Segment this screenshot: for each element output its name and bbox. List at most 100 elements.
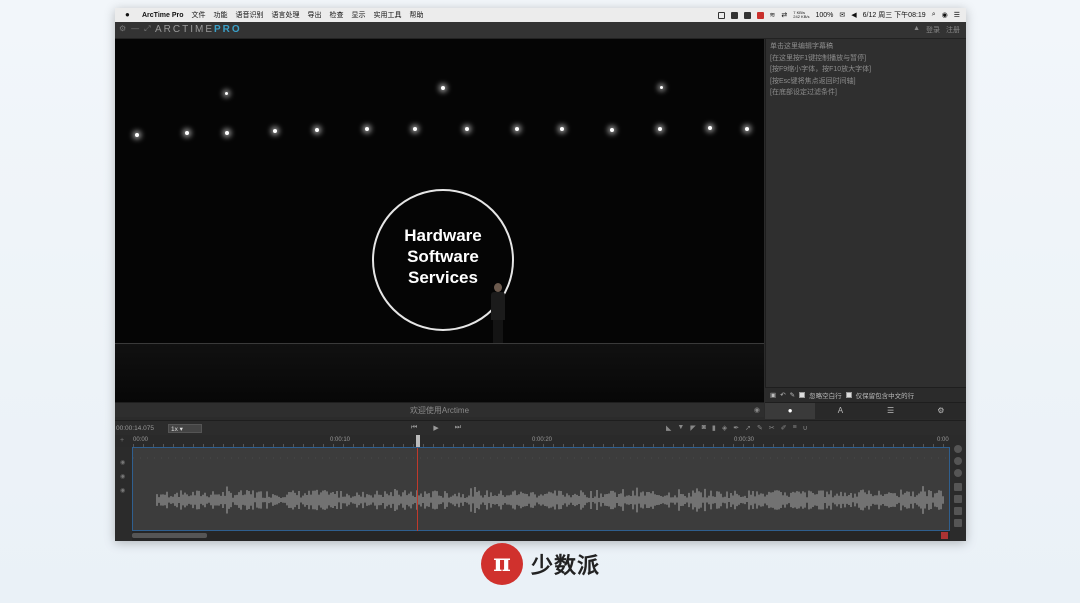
edit-tool-icon[interactable]: ✎: [757, 424, 763, 432]
register-link[interactable]: 注册: [946, 25, 960, 35]
script-toolbar: ▣ ↶ ✎ 忽略空白行 仅保留包含中文的行: [765, 387, 966, 402]
caption-text: 欢迎使用Arctime: [409, 406, 470, 415]
keep-chinese-checkbox[interactable]: [845, 392, 852, 398]
levels-icon[interactable]: [954, 495, 962, 503]
menu-display[interactable]: 显示: [352, 10, 366, 20]
menu-help[interactable]: 帮助: [410, 10, 424, 20]
menu-export[interactable]: 导出: [308, 10, 322, 20]
menu-app-name[interactable]: ArcTime Pro: [142, 12, 184, 19]
status-app-icon[interactable]: [717, 11, 725, 19]
arctime-window: ● ArcTime Pro 文件 功能 语音识别 语言处理 导出 检查 显示 实…: [115, 8, 966, 541]
track-eye-icon[interactable]: ◉: [120, 459, 125, 466]
window-controls: ⚙ — ⤢: [119, 24, 151, 34]
tab-comments[interactable]: ●: [765, 403, 816, 419]
zoom-out-icon[interactable]: [954, 457, 962, 465]
tab-settings[interactable]: ⚙: [916, 403, 966, 419]
wechat-icon[interactable]: ✉: [839, 11, 845, 19]
flag-icon[interactable]: ◤: [690, 424, 695, 432]
playhead-handle[interactable]: [416, 435, 420, 447]
playhead-line[interactable]: [417, 448, 418, 532]
layers-icon[interactable]: [954, 519, 962, 527]
tag-icon[interactable]: ◈: [722, 424, 727, 432]
timeline-scrollbar[interactable]: [132, 531, 950, 541]
bookmark-tool-icon[interactable]: ▮: [712, 424, 716, 432]
wifi-icon[interactable]: ≋: [770, 11, 776, 19]
speed-select[interactable]: 1x ▾: [168, 424, 202, 433]
magnet-icon[interactable]: ∪: [803, 424, 808, 432]
apple-icon[interactable]: ●: [125, 10, 130, 19]
lock-icon[interactable]: [954, 507, 962, 515]
track-eye-icon[interactable]: ◉: [120, 473, 125, 480]
transport-bar: 00:00:14.075 1x ▾ ⏮ ▶ ⏭ ◣ ▼ ◤ ◙ ▮ ◈ ✒ ➚ …: [115, 420, 966, 436]
record-icon[interactable]: [756, 11, 764, 19]
filter-icon[interactable]: ▼: [677, 424, 684, 432]
login-link[interactable]: 登录: [926, 25, 940, 35]
scissors-icon[interactable]: ✂: [769, 424, 775, 432]
zoom-fit-icon[interactable]: [954, 469, 962, 477]
search-icon[interactable]: ⌕: [932, 11, 936, 19]
stage-floor: [115, 344, 764, 402]
menu-language-processing[interactable]: 语言处理: [272, 10, 300, 20]
datetime[interactable]: 6/12 周三 下午08:19: [863, 10, 926, 20]
audio-waveform-track[interactable]: [132, 447, 950, 532]
menu-check[interactable]: 检查: [330, 10, 344, 20]
gear-icon: ⚙: [937, 406, 945, 415]
expand-icon[interactable]: ⤢: [144, 24, 150, 34]
video-preview[interactable]: Hardware Software Services: [115, 39, 764, 402]
edit-icon[interactable]: ✎: [790, 391, 795, 399]
stage-light: [708, 126, 712, 130]
mac-menubar: ● ArcTime Pro 文件 功能 语音识别 语言处理 导出 检查 显示 实…: [115, 8, 966, 22]
stage-light: [185, 131, 189, 135]
stage-light: [135, 133, 139, 137]
logo-accent: PRO: [214, 24, 242, 35]
save-icon[interactable]: ▣: [770, 391, 776, 399]
ignore-blank-checkbox[interactable]: [799, 392, 806, 398]
stage-light: [610, 128, 614, 132]
undo-icon[interactable]: ↶: [780, 391, 785, 399]
timeline-ruler[interactable]: + 00:00 0:00:10 0:00:20 0:00:30 0:00: [115, 435, 966, 447]
menu-utilities[interactable]: 实用工具: [374, 10, 402, 20]
eye-icon[interactable]: ◉: [754, 406, 760, 414]
waveform-toggle-icon[interactable]: [954, 483, 962, 491]
zoom-controls: [950, 435, 966, 541]
marker-icon[interactable]: ◣: [666, 424, 671, 432]
camera-icon[interactable]: ◙: [702, 424, 706, 432]
menu-list-icon[interactable]: ☰: [954, 11, 960, 19]
net-down: 242 KB/s: [793, 14, 810, 19]
tab-font[interactable]: A: [815, 403, 865, 419]
pen-icon[interactable]: ✒: [733, 424, 739, 432]
play-icon[interactable]: ▶: [433, 424, 438, 432]
user-icon: ▲: [913, 25, 920, 32]
pointer-icon[interactable]: ➚: [745, 424, 751, 432]
control-center-icon[interactable]: ◉: [942, 11, 948, 19]
font-icon: A: [837, 406, 844, 415]
stage-light: [225, 92, 228, 95]
next-icon[interactable]: ⏭: [455, 424, 461, 432]
menu-function[interactable]: 功能: [214, 10, 228, 20]
volume-icon[interactable]: ◀: [851, 11, 856, 19]
transfer-icon[interactable]: ⇄: [781, 11, 787, 19]
speed-value: 1x: [171, 426, 178, 433]
playback-controls: ⏮ ▶ ⏭: [411, 424, 461, 432]
minimize-icon[interactable]: —: [131, 24, 139, 34]
list-icon: ☰: [887, 406, 895, 415]
add-track-icon[interactable]: +: [120, 437, 124, 444]
hint-line: [在这里按F1键控制播放与暂停]: [770, 54, 867, 62]
align-icon[interactable]: ≡: [793, 424, 797, 432]
hint-line: [在底部设定过滤条件]: [770, 89, 837, 96]
track-eye-icon[interactable]: ◉: [120, 487, 125, 494]
side-tabs: ● A ☰ ⚙: [765, 402, 966, 419]
zoom-in-icon[interactable]: [954, 445, 962, 453]
settings-icon[interactable]: ⚙: [119, 24, 126, 34]
battery-percent: 100%: [815, 11, 834, 19]
status-app2-icon[interactable]: [730, 11, 738, 19]
brush-icon[interactable]: ✐: [781, 424, 787, 432]
prev-icon[interactable]: ⏮: [411, 424, 417, 432]
menu-file[interactable]: 文件: [192, 10, 206, 20]
menu-speech-recognition[interactable]: 语音识别: [236, 10, 264, 20]
tab-list[interactable]: ☰: [866, 403, 916, 419]
scroll-end-marker: [941, 532, 948, 539]
scroll-thumb[interactable]: [132, 533, 207, 538]
bookmark-icon[interactable]: [743, 11, 751, 19]
script-editor[interactable]: 单击这里编辑字幕稿 [在这里按F1键控制播放与暂停] [按F9缩小字体，按F10…: [765, 39, 966, 387]
